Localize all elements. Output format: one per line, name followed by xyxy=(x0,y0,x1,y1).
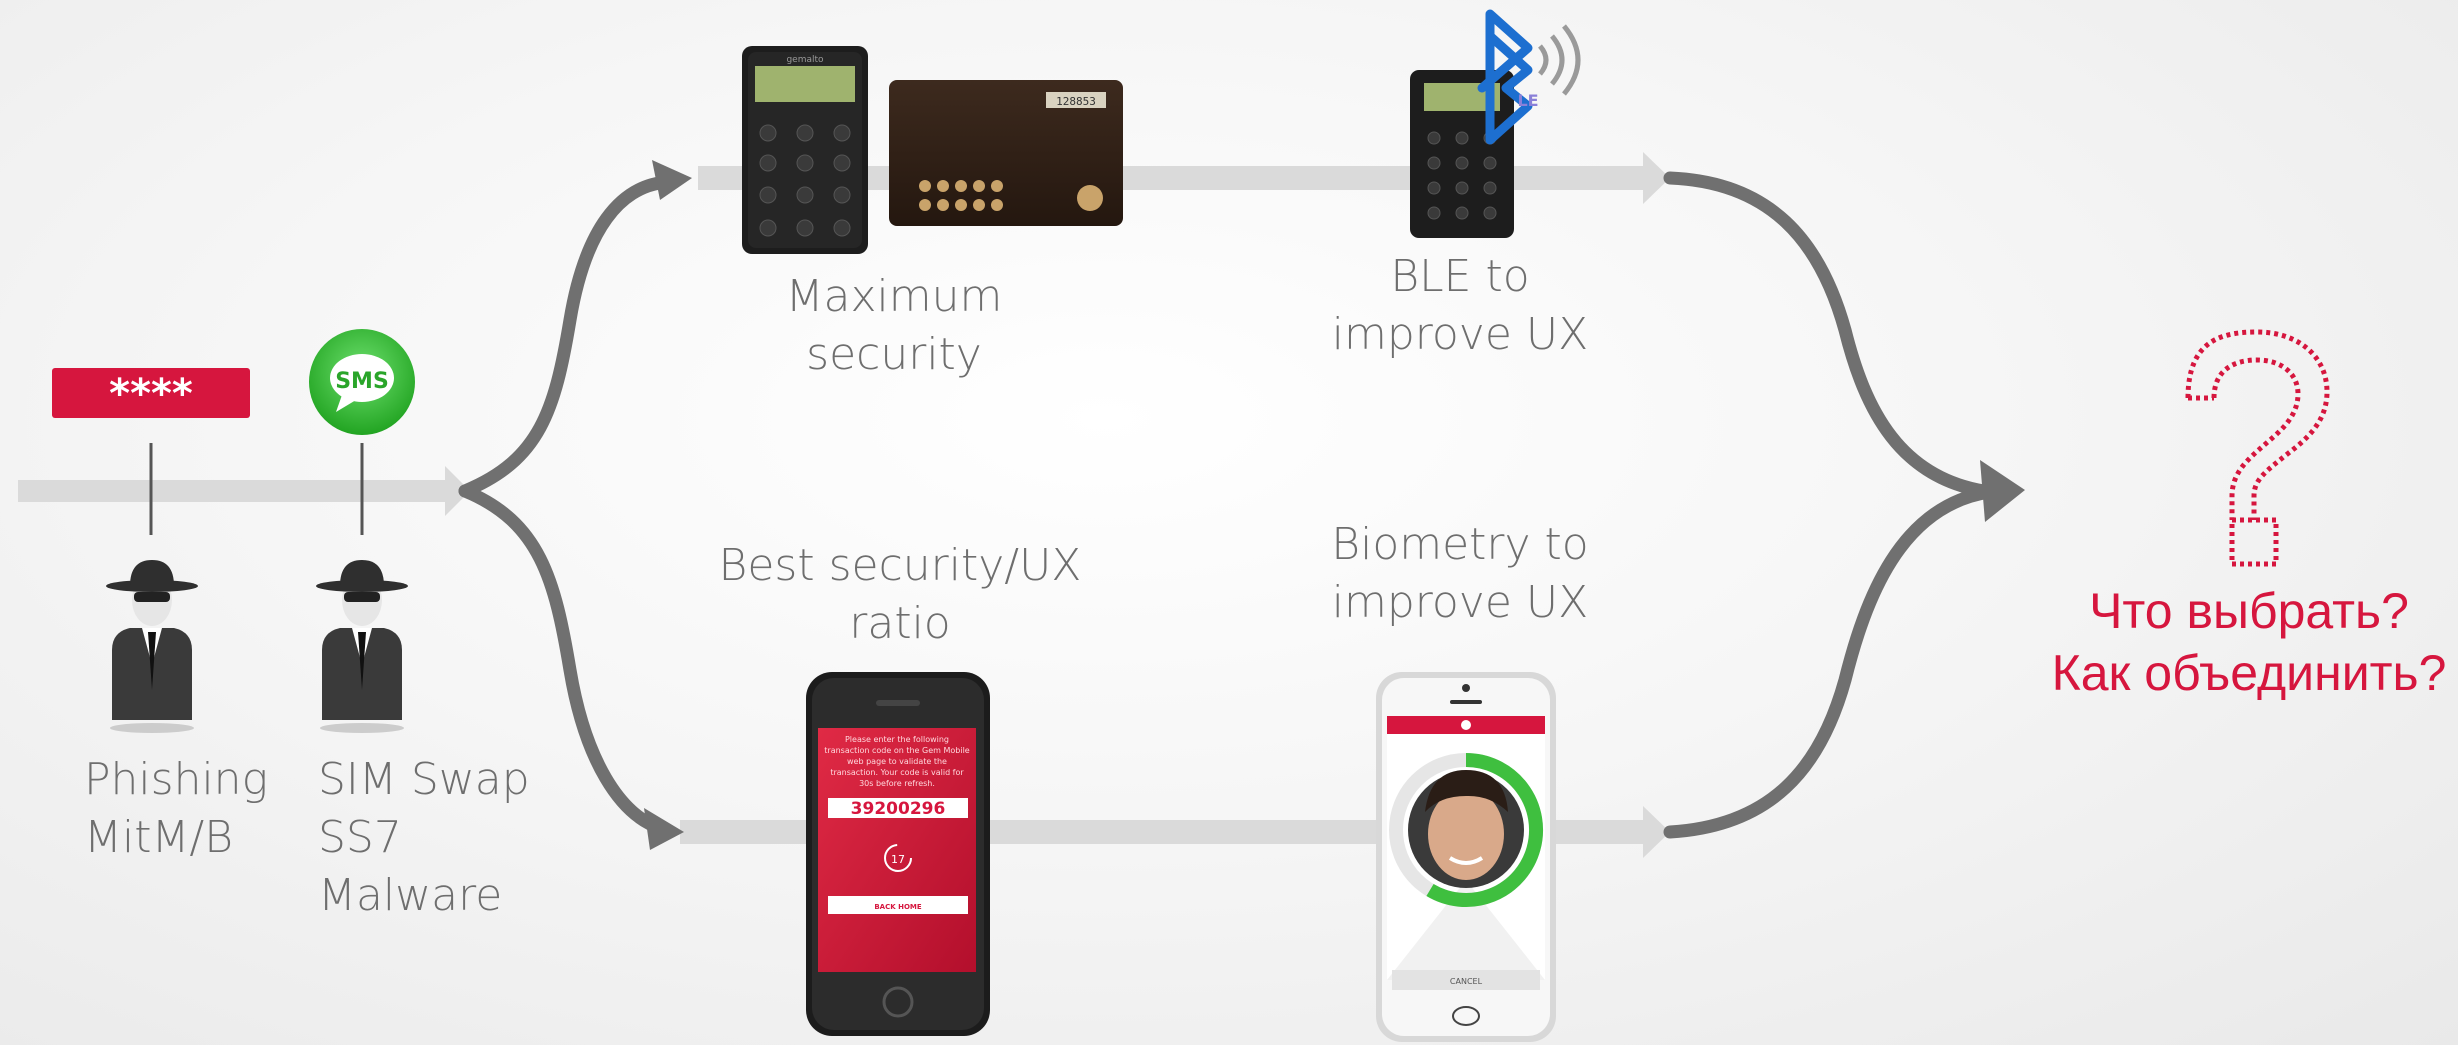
label-ble: BLE to improve UX xyxy=(1331,251,1589,360)
password-badge: **** xyxy=(52,368,250,418)
hacker-icon xyxy=(316,560,408,733)
sms-icon: SMS xyxy=(309,329,415,435)
hacker-icon xyxy=(106,560,198,733)
threat-label-sim: SIM Swap SS7 Malware xyxy=(318,754,530,921)
svg-text:128853: 128853 xyxy=(1056,95,1096,108)
label-max-security: Maximum security xyxy=(785,271,1003,380)
svg-text:BACK HOME: BACK HOME xyxy=(874,903,922,911)
input-arrow xyxy=(18,466,470,516)
svg-text:gemalto: gemalto xyxy=(786,55,824,65)
split-arrows xyxy=(458,175,675,835)
display-card-device: 128853 xyxy=(889,80,1123,226)
svg-text:****: **** xyxy=(109,371,193,417)
ble-token-device xyxy=(1410,70,1514,238)
otp-smartphone: Please enter the following transaction c… xyxy=(806,672,990,1036)
split-arrowhead-bottom xyxy=(644,808,684,850)
split-arrowhead-top xyxy=(652,160,692,200)
biometric-smartphone: CANCEL xyxy=(1376,672,1556,1042)
question-mark-icon xyxy=(2185,329,2330,567)
label-best-ratio: Best security/UX ratio xyxy=(718,540,1082,649)
svg-text:39200296: 39200296 xyxy=(851,799,946,819)
svg-text:SMS: SMS xyxy=(335,369,389,394)
label-biometry: Biometry to improve UX xyxy=(1331,519,1589,628)
otp-token-device: gemalto xyxy=(742,46,868,254)
phone-instructions: Please enter the following transaction c… xyxy=(824,735,970,788)
threat-label-phishing: Phishing MitM/B xyxy=(84,754,268,863)
svg-text:LE: LE xyxy=(1517,91,1538,110)
merge-arrows xyxy=(1663,171,1997,839)
result-question: Что выбрать? Как объединить? xyxy=(2051,583,2447,701)
svg-text:CANCEL: CANCEL xyxy=(1450,977,1483,986)
svg-text:17: 17 xyxy=(891,853,905,866)
merge-arrowhead xyxy=(1980,460,2025,522)
